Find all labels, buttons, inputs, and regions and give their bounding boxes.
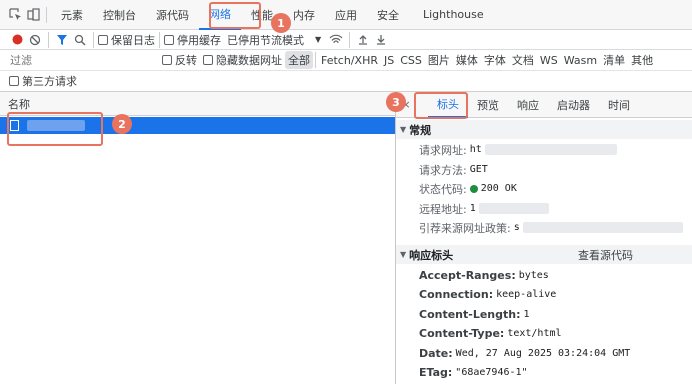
throttling-select[interactable]: 已停用节流模式 ▼	[227, 32, 321, 48]
third-party-checkbox[interactable]: 第三方请求	[9, 73, 77, 89]
annotation-badge-3: 3	[386, 92, 406, 112]
remote-address-row: 远程地址: 1	[419, 200, 549, 217]
separator	[46, 6, 47, 23]
type-filter-fetch-xhr[interactable]: Fetch/XHR	[318, 53, 381, 68]
disable-cache-checkbox[interactable]: 停用缓存	[164, 32, 221, 48]
highlight-request-row	[7, 112, 103, 146]
filter-input[interactable]	[6, 50, 156, 70]
checkbox-icon	[203, 55, 213, 65]
device-toolbar-icon[interactable]	[24, 6, 42, 24]
hide-data-urls-checkbox[interactable]: 隐藏数据网址	[203, 52, 282, 68]
response-header-row: Content-Type: text/html	[419, 327, 562, 340]
checkbox-icon	[164, 34, 174, 45]
type-filter-other[interactable]: 其他	[628, 51, 656, 69]
redacted-value	[522, 222, 683, 233]
type-filter-ws[interactable]: WS	[537, 53, 561, 68]
tab-application[interactable]: 应用	[325, 0, 367, 30]
tab-sources[interactable]: 源代码	[146, 0, 199, 30]
response-header-row: Date: Wed, 27 Aug 2025 03:24:04 GMT	[419, 347, 631, 360]
tab-preview[interactable]: 预览	[468, 92, 508, 118]
highlight-network-tab	[209, 2, 261, 29]
filter-bar: 反转 隐藏数据网址 全部 Fetch/XHR JS CSS 图片 媒体 字体 文…	[0, 50, 692, 71]
checkbox-icon	[162, 55, 172, 65]
general-section-header[interactable]: ▼ 常规	[400, 121, 431, 138]
tab-lighthouse[interactable]: Lighthouse	[409, 0, 494, 30]
preserve-log-checkbox[interactable]: 保留日志	[98, 32, 155, 48]
checkbox-icon	[9, 76, 19, 86]
type-filter-js[interactable]: JS	[381, 53, 397, 68]
tab-response[interactable]: 响应	[508, 92, 548, 118]
redacted-value	[484, 144, 617, 155]
response-header-row: Connection: keep-alive	[419, 288, 557, 301]
referrer-policy-row: 引荐来源网址政策: s	[419, 219, 683, 236]
request-url-row: 请求网址: ht	[419, 141, 617, 158]
tab-timing[interactable]: 时间	[599, 92, 639, 118]
import-har-icon[interactable]	[354, 31, 372, 49]
caret-down-icon: ▼	[400, 125, 407, 134]
record-icon[interactable]	[8, 31, 26, 49]
third-party-row: 第三方请求	[0, 71, 692, 92]
view-source-link[interactable]: 查看源代码	[578, 246, 633, 263]
general-section-bg	[396, 120, 692, 139]
type-filter-img[interactable]: 图片	[425, 51, 453, 69]
response-header-row: Accept-Ranges: bytes	[419, 269, 549, 282]
type-filter-doc[interactable]: 文档	[509, 51, 537, 69]
checkbox-icon	[98, 34, 108, 45]
type-filter-all[interactable]: 全部	[285, 51, 313, 69]
status-success-icon	[469, 184, 478, 193]
clear-icon[interactable]	[26, 31, 44, 49]
export-har-icon[interactable]	[372, 31, 390, 49]
type-filter-manifest[interactable]: 清单	[600, 51, 628, 69]
type-filter-font[interactable]: 字体	[481, 51, 509, 69]
search-icon[interactable]	[71, 31, 89, 49]
response-header-row: Content-Length: 1	[419, 308, 530, 321]
tab-initiator[interactable]: 启动器	[548, 92, 599, 118]
tab-elements[interactable]: 元素	[51, 0, 93, 30]
type-filter-css[interactable]: CSS	[397, 53, 425, 68]
network-conditions-icon[interactable]	[327, 31, 345, 49]
status-code-row: 状态代码: 200 OK	[419, 182, 517, 196]
inspect-element-icon[interactable]	[6, 6, 24, 24]
redacted-value	[478, 203, 549, 214]
annotation-badge-1: 1	[271, 13, 291, 33]
tab-console[interactable]: 控制台	[93, 0, 146, 30]
annotation-badge-2: 2	[112, 114, 132, 134]
invert-checkbox[interactable]: 反转	[162, 52, 197, 68]
request-method-row: 请求方法: GET	[419, 163, 488, 177]
chevron-down-icon: ▼	[315, 35, 322, 44]
response-headers-section-header[interactable]: ▼ 响应标头	[400, 246, 453, 263]
type-filter-media[interactable]: 媒体	[453, 51, 481, 69]
network-toolbar: 保留日志 停用缓存 已停用节流模式 ▼	[0, 30, 692, 50]
type-filter-wasm[interactable]: Wasm	[561, 53, 600, 68]
devtools-tab-bar: 元素 控制台 源代码 网络 性能 内存 应用 安全 Lighthouse	[0, 0, 692, 30]
tab-security[interactable]: 安全	[367, 0, 409, 30]
response-header-row: ETag: "68ae7946-1"	[419, 366, 528, 379]
caret-down-icon: ▼	[400, 250, 407, 259]
filter-icon[interactable]	[53, 31, 71, 49]
highlight-headers-tab	[414, 92, 468, 119]
